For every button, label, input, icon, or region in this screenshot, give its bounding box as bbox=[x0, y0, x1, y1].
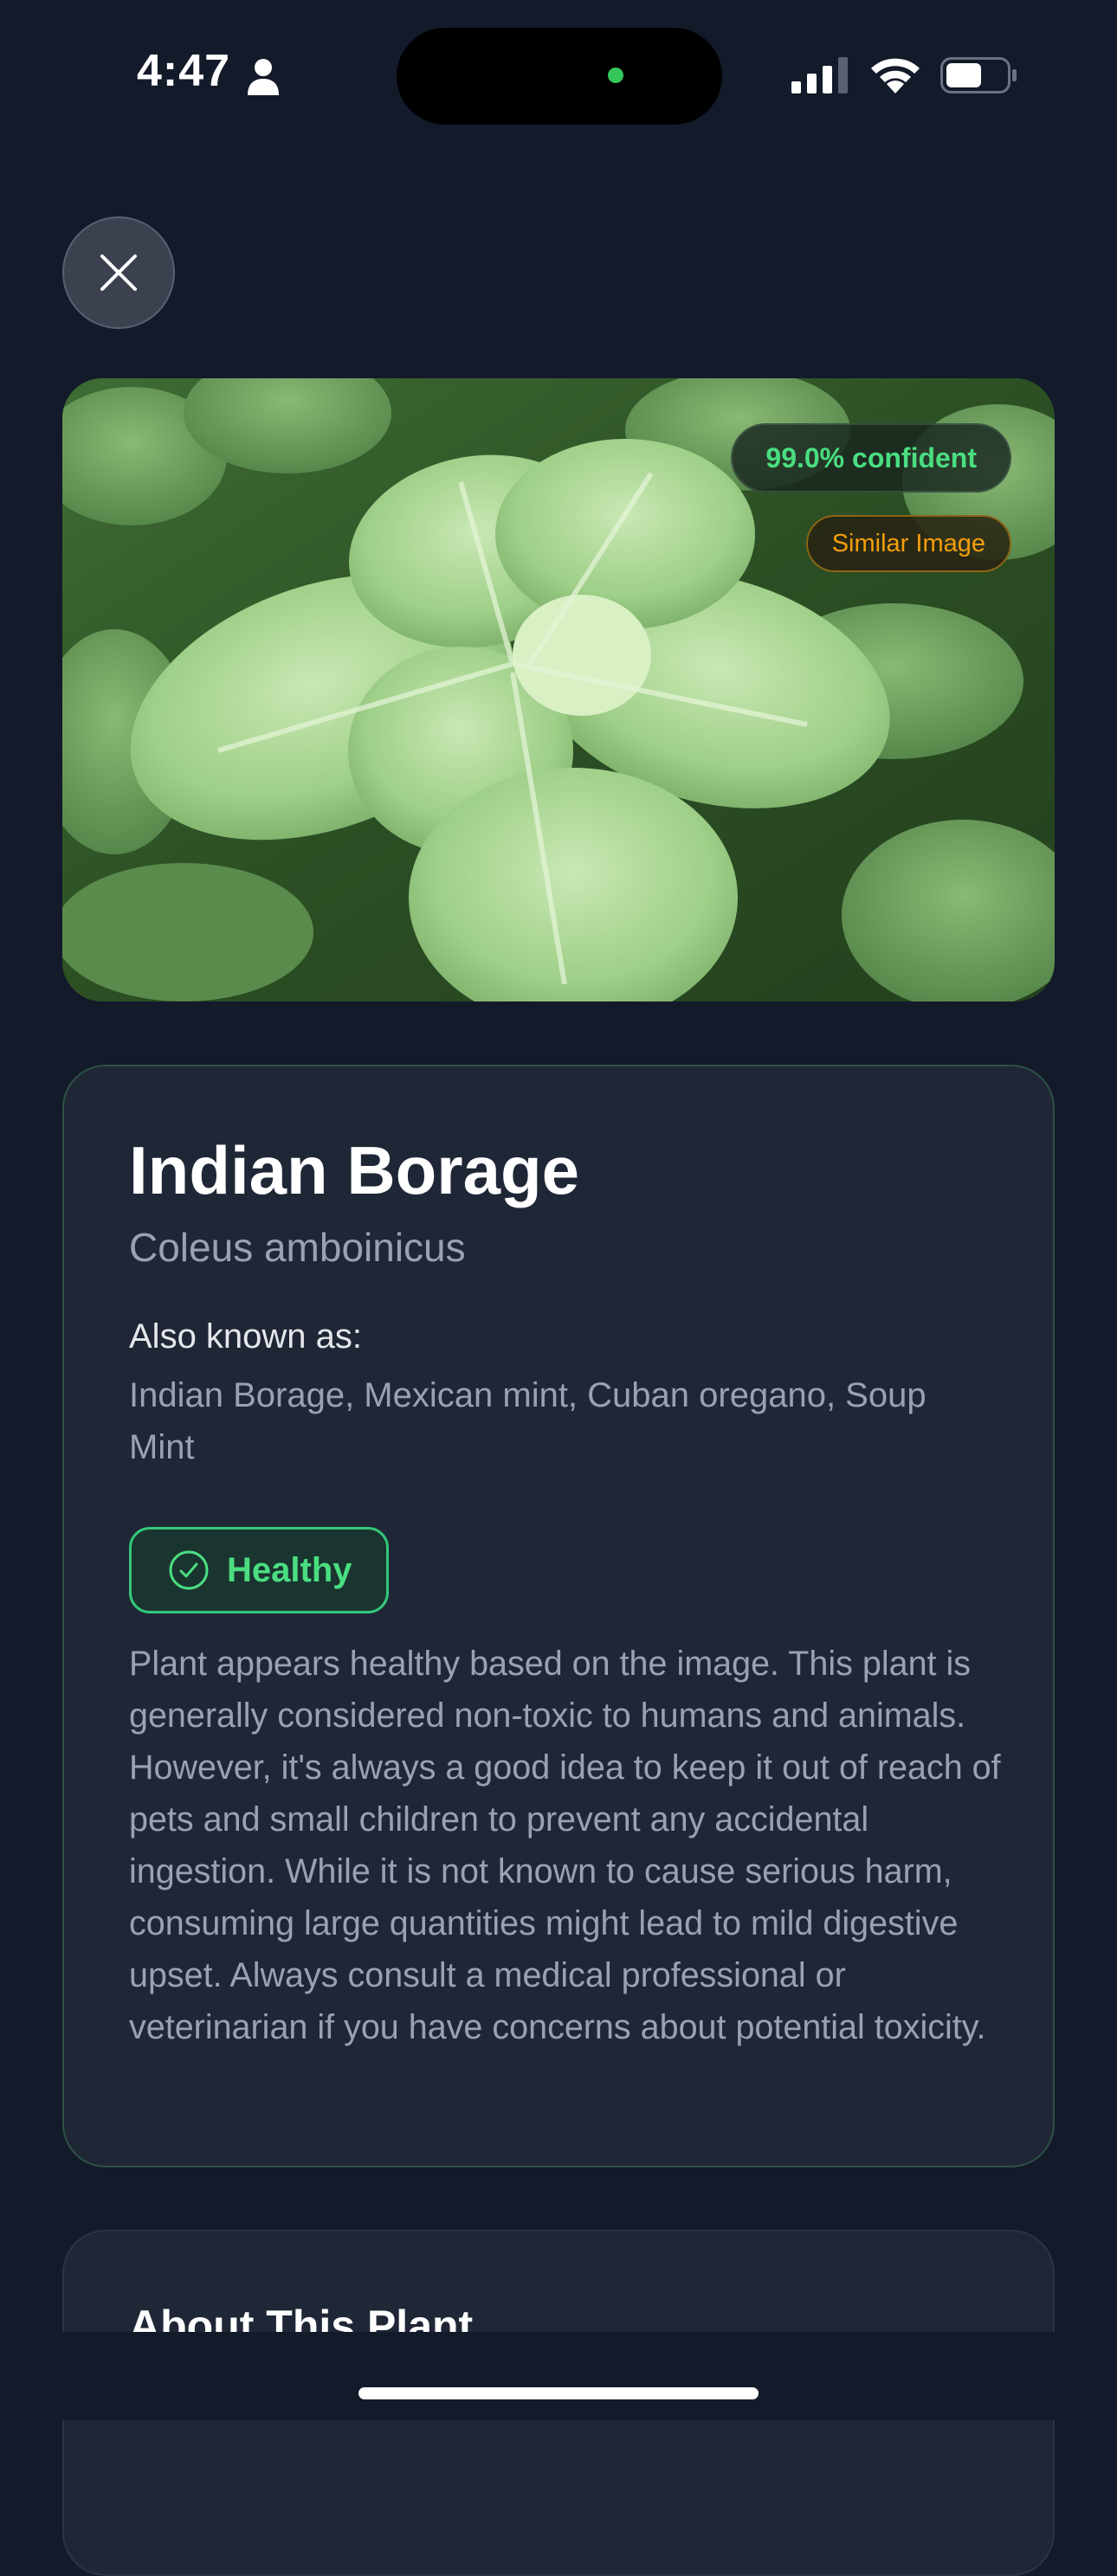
health-description: Plant appears healthy based on the image… bbox=[129, 1645, 1001, 2046]
close-icon bbox=[100, 254, 137, 291]
signal-icon bbox=[791, 57, 848, 93]
bottom-bar bbox=[0, 2332, 1117, 2420]
dynamic-island bbox=[397, 28, 722, 125]
health-status-badge: Healthy bbox=[129, 1527, 389, 1613]
plant-info-card: Indian Borage Coleus amboinicus Also kno… bbox=[62, 1065, 1055, 2167]
confidence-badge: 99.0% confident bbox=[731, 423, 1011, 493]
plant-common-name: Indian Borage bbox=[129, 1132, 580, 1208]
close-button[interactable] bbox=[62, 216, 175, 329]
plant-photo: 99.0% confident Similar Image bbox=[62, 378, 1055, 1001]
person-icon bbox=[248, 59, 279, 95]
health-status-label: Healthy bbox=[227, 1550, 352, 1589]
plant-scientific-name: Coleus amboinicus bbox=[129, 1225, 466, 1270]
home-indicator[interactable] bbox=[358, 2387, 759, 2399]
also-known-as-value: Indian Borage, Mexican mint, Cuban orega… bbox=[129, 1376, 927, 1466]
also-known-as-label: Also known as: bbox=[129, 1317, 363, 1356]
wifi-icon bbox=[871, 58, 920, 93]
similar-image-badge[interactable]: Similar Image bbox=[805, 515, 1011, 572]
check-circle-icon bbox=[169, 1550, 209, 1590]
battery-icon bbox=[940, 57, 1017, 93]
status-time: 4:47 bbox=[137, 46, 231, 96]
privacy-indicator-dot bbox=[608, 68, 623, 83]
